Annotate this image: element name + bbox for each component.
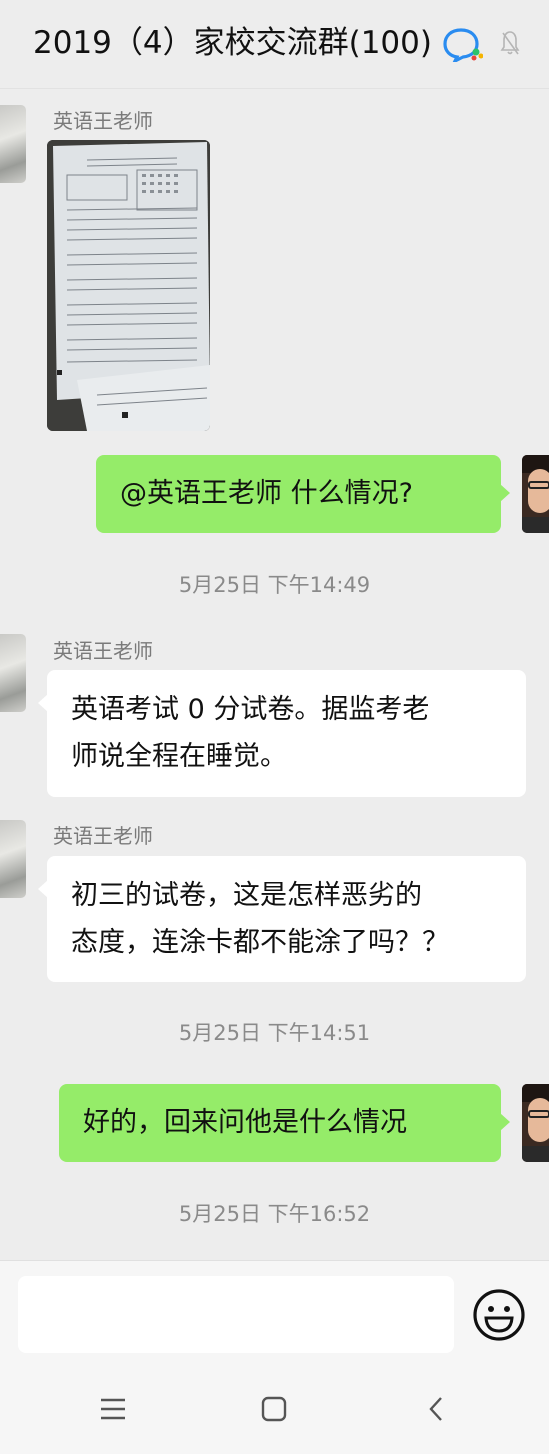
- exam-paper-photo[interactable]: [47, 140, 210, 431]
- back-chevron-icon[interactable]: [422, 1394, 452, 1424]
- message-text-line: 英语考试 0 分试卷。据监考老: [71, 694, 430, 725]
- sender-avatar[interactable]: [0, 105, 26, 183]
- sender-name: 英语王老师: [53, 824, 153, 848]
- timestamp: 5月25日 下午14:51: [178, 1021, 371, 1045]
- home-square-icon[interactable]: [259, 1394, 289, 1424]
- qq-group-icon[interactable]: [443, 28, 483, 62]
- sender-name: 英语王老师: [53, 109, 153, 133]
- sender-avatar[interactable]: [0, 820, 26, 898]
- self-avatar[interactable]: [522, 1084, 549, 1162]
- chat-header: 2019（4）家校交流群(100): [0, 0, 549, 89]
- emoji-face-icon[interactable]: [471, 1287, 527, 1343]
- self-avatar[interactable]: [522, 455, 549, 533]
- message-text-line: 态度，连涂卡都不能涂了吗？？: [71, 927, 449, 958]
- timestamp: 5月25日 下午16:52: [178, 1202, 371, 1226]
- message-input[interactable]: [18, 1276, 454, 1353]
- sender-name: 英语王老师: [53, 639, 153, 663]
- message-text-line: 初三的试卷，这是怎样恶劣的: [71, 880, 422, 911]
- mute-bell-icon: [500, 31, 520, 55]
- message-text: 好的，回来问他是什么情况: [83, 1107, 407, 1138]
- message-bubble-self[interactable]: 好的，回来问他是什么情况: [59, 1084, 510, 1162]
- message-text-line: 师说全程在睡觉。: [71, 741, 287, 772]
- message-bubble-other[interactable]: 英语考试 0 分试卷。据监考老 师说全程在睡觉。: [38, 670, 526, 797]
- sender-avatar[interactable]: [0, 634, 26, 712]
- menu-lines-icon[interactable]: [98, 1394, 128, 1424]
- message-bubble-other[interactable]: 初三的试卷，这是怎样恶劣的 态度，连涂卡都不能涂了吗？？: [38, 856, 526, 982]
- exam-paper-image: [47, 140, 210, 431]
- message-bubble-self[interactable]: @英语王老师 什么情况?: [96, 455, 510, 533]
- timestamp: 5月25日 下午14:49: [178, 573, 371, 597]
- chat-title[interactable]: 2019（4）家校交流群(100): [33, 22, 432, 64]
- message-text: @英语王老师 什么情况?: [120, 478, 413, 509]
